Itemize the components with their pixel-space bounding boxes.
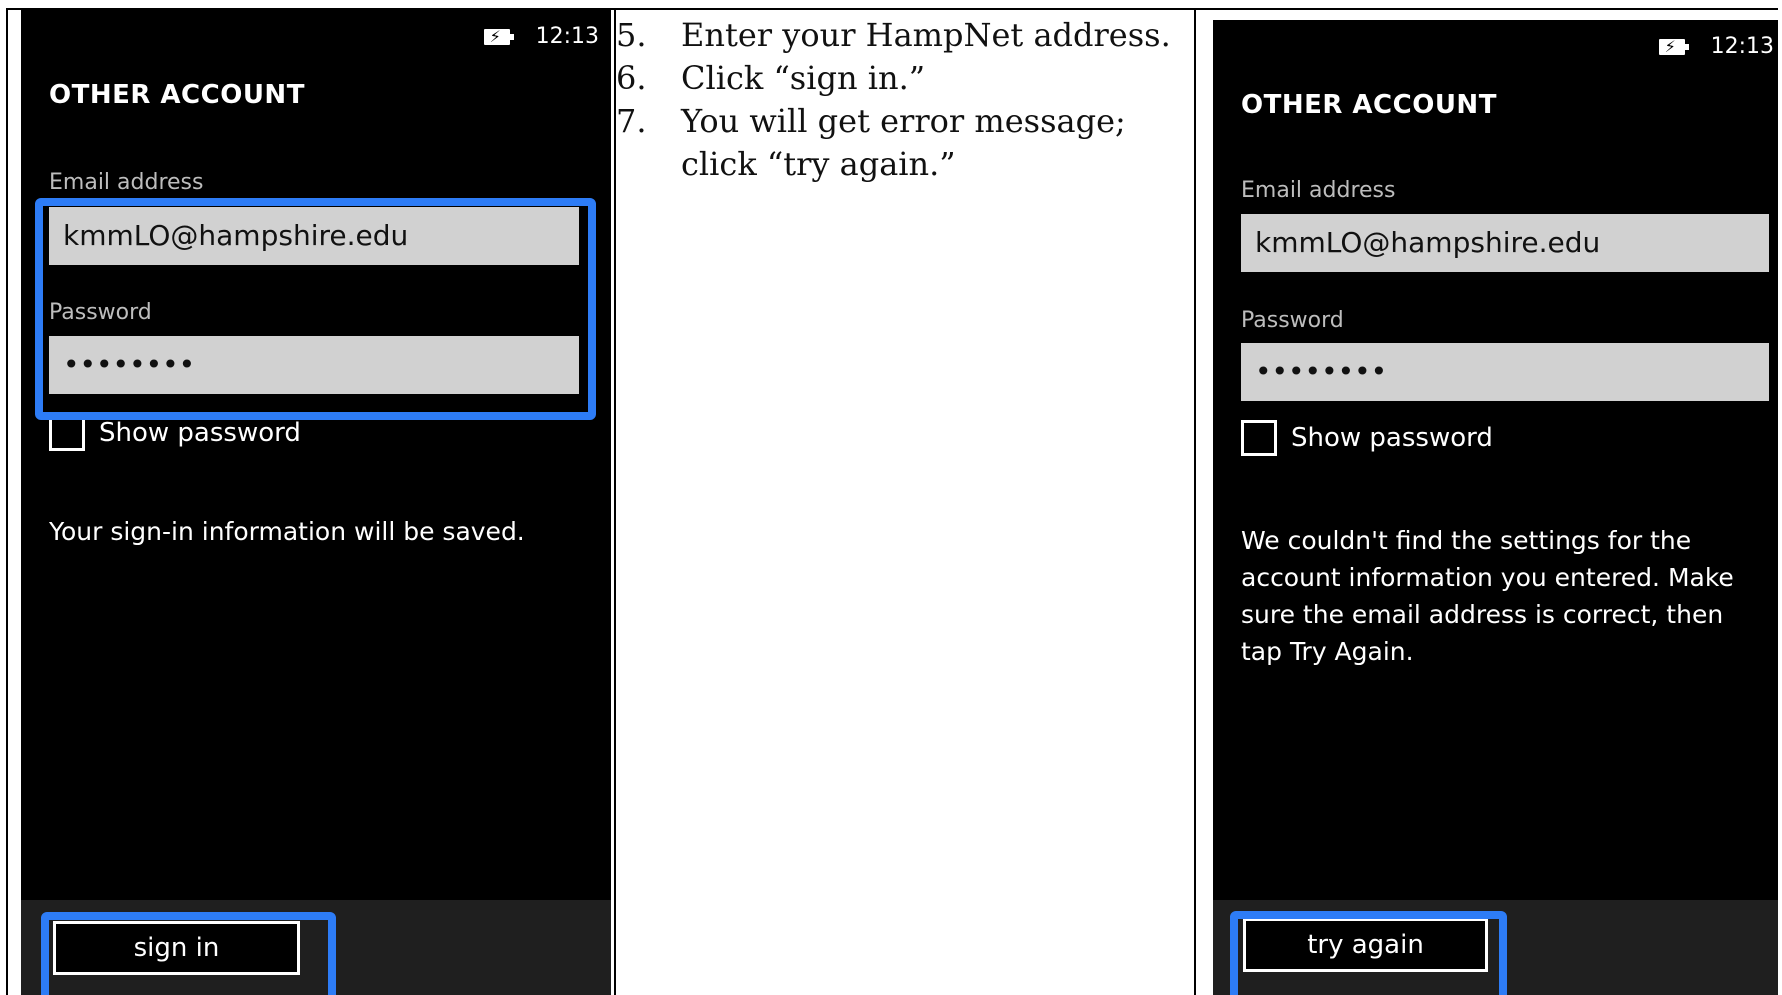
show-password-label: Show password [99, 418, 301, 448]
show-password-checkbox[interactable]: Show password [1241, 420, 1493, 456]
middle-cell: 5. Enter your HampNet address. 6. Click … [616, 10, 1196, 995]
highlight-box-try-again [1230, 911, 1507, 995]
status-time: 12:13 [535, 24, 599, 49]
step-6: 6. Click “sign in.” [616, 57, 1194, 100]
step-text: Click “sign in.” [681, 59, 926, 97]
step-number: 5. [616, 16, 647, 54]
status-bar: ⚡ 12:13 [483, 24, 599, 49]
step-number: 7. [616, 102, 647, 140]
left-phone-screen: ⚡ 12:13 OTHER ACCOUNT Email address kmmL… [21, 10, 611, 995]
email-field[interactable]: kmmLO@hampshire.edu [1241, 214, 1769, 272]
battery-charging-icon: ⚡ [483, 27, 514, 46]
step-7: 7. You will get error message; click “tr… [616, 100, 1194, 186]
status-bar: ⚡ 12:13 [1658, 34, 1774, 59]
checkbox-icon[interactable] [1241, 420, 1277, 456]
show-password-label: Show password [1291, 423, 1493, 453]
show-password-checkbox[interactable]: Show password [49, 415, 301, 451]
right-cell: ⚡ 12:13 OTHER ACCOUNT Email address kmmL… [1196, 10, 1778, 995]
step-number: 6. [616, 59, 647, 97]
error-message: We couldn't find the settings for the ac… [1241, 526, 1734, 666]
step-text: You will get error message; click “try a… [681, 102, 1126, 183]
info-text: Your sign-in information will be saved. [49, 517, 525, 546]
page-title: OTHER ACCOUNT [1241, 90, 1497, 120]
instruction-table: ⚡ 12:13 OTHER ACCOUNT Email address kmmL… [6, 8, 1778, 995]
checkbox-icon[interactable] [49, 415, 85, 451]
highlight-box-credentials [35, 198, 596, 420]
email-label: Email address [1241, 178, 1396, 203]
password-label: Password [1241, 308, 1344, 333]
status-time: 12:13 [1710, 34, 1774, 59]
right-phone-screen: ⚡ 12:13 OTHER ACCOUNT Email address kmmL… [1213, 20, 1778, 995]
page-title: OTHER ACCOUNT [49, 80, 305, 110]
step-text: Enter your HampNet address. [681, 16, 1171, 54]
highlight-box-sign-in [41, 912, 336, 995]
step-5: 5. Enter your HampNet address. [616, 14, 1194, 57]
left-cell: ⚡ 12:13 OTHER ACCOUNT Email address kmmL… [8, 10, 616, 995]
battery-charging-icon: ⚡ [1658, 37, 1689, 56]
instruction-list: 5. Enter your HampNet address. 6. Click … [616, 14, 1194, 186]
email-label: Email address [49, 170, 204, 195]
password-field[interactable]: •••••••• [1241, 343, 1769, 401]
